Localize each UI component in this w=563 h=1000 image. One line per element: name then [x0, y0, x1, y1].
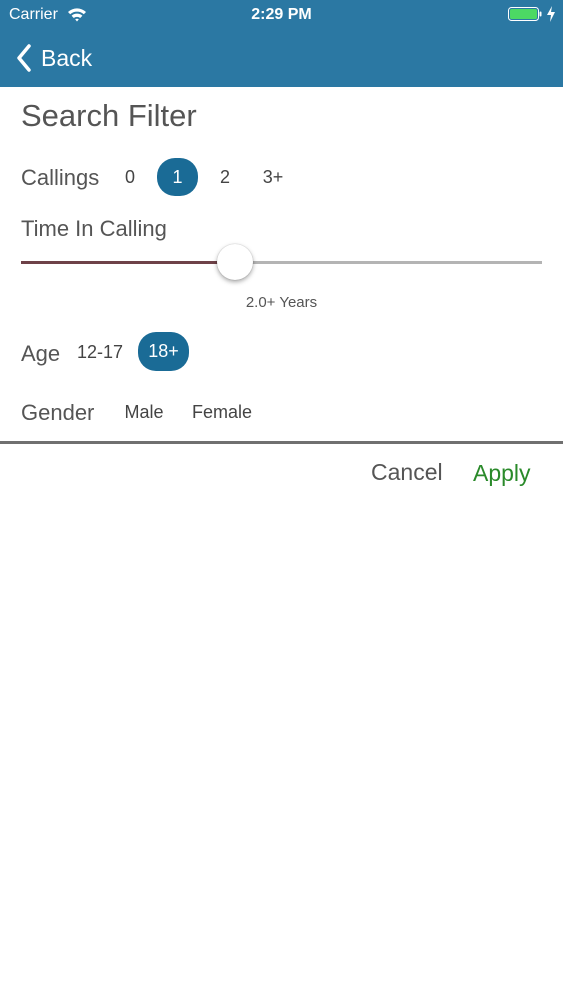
- slider-track-filled: [21, 261, 235, 264]
- gender-label: Gender: [21, 400, 95, 425]
- callings-option-0[interactable]: 0: [118, 167, 142, 188]
- page-title: Search Filter: [21, 98, 197, 133]
- slider-value: 2.0+ Years: [245, 294, 318, 311]
- back-label: Back: [41, 44, 93, 71]
- time-in-calling-label: Time In Calling: [21, 216, 167, 241]
- divider: [0, 441, 563, 444]
- gender-option-female[interactable]: Female: [187, 402, 257, 423]
- charging-bolt-icon: [547, 6, 555, 22]
- callings-option-2[interactable]: 2: [213, 167, 237, 188]
- callings-label: Callings: [21, 165, 100, 190]
- gender-option-male[interactable]: Male: [120, 402, 168, 423]
- back-button[interactable]: Back: [16, 42, 92, 74]
- callings-option-3plus[interactable]: 3+: [258, 167, 288, 188]
- battery-icon: [508, 7, 542, 21]
- age-option-12-17[interactable]: 12-17: [74, 342, 126, 363]
- age-label: Age: [21, 341, 61, 366]
- callings-option-1-selected[interactable]: 1: [157, 158, 198, 196]
- slider-track[interactable]: [234, 261, 542, 264]
- nav-bar: Carrier 2:29 PM Back: [0, 0, 563, 87]
- slider-thumb[interactable]: [216, 244, 253, 280]
- cancel-button[interactable]: Cancel: [371, 459, 443, 486]
- status-time: 2:29 PM: [251, 6, 312, 23]
- status-bar: Carrier 2:29 PM: [0, 0, 563, 30]
- chevron-left-icon: [17, 44, 31, 72]
- age-option-18plus-selected[interactable]: 18+: [138, 332, 189, 371]
- apply-button[interactable]: Apply: [473, 460, 531, 487]
